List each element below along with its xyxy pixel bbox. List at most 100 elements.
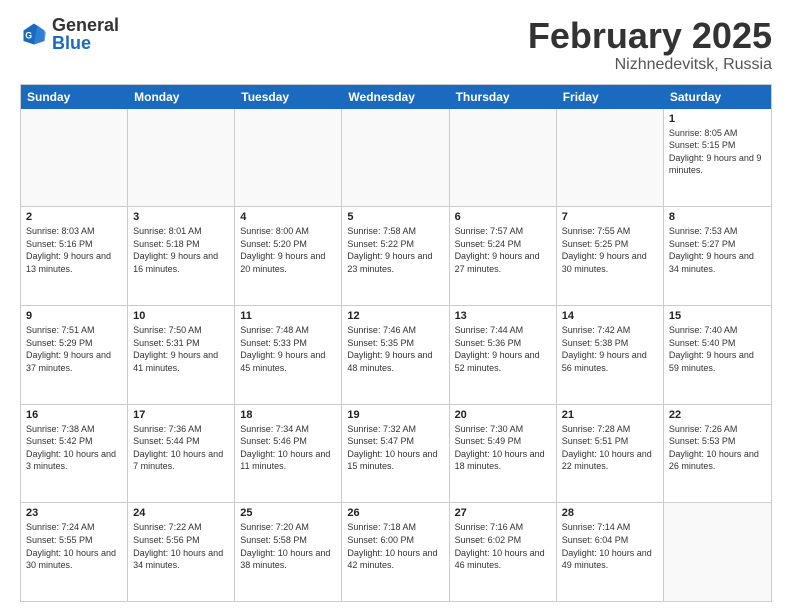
weekday-header-monday: Monday — [128, 85, 235, 109]
calendar-cell: 2 Sunrise: 8:03 AM Sunset: 5:16 PM Daylig… — [21, 207, 128, 305]
day-info: Sunrise: 7:36 AM Sunset: 5:44 PM Dayligh… — [133, 423, 229, 473]
calendar-cell: 18 Sunrise: 7:34 AM Sunset: 5:46 PM Dayli… — [235, 405, 342, 503]
day-number: 19 — [347, 409, 443, 421]
day-info: Sunrise: 7:50 AM Sunset: 5:31 PM Dayligh… — [133, 324, 229, 374]
calendar-cell: 1 Sunrise: 8:05 AM Sunset: 5:15 PM Daylig… — [664, 109, 771, 207]
day-number: 21 — [562, 409, 658, 421]
calendar-cell: 14 Sunrise: 7:42 AM Sunset: 5:38 PM Dayli… — [557, 306, 664, 404]
day-number: 7 — [562, 211, 658, 223]
day-number: 22 — [669, 409, 766, 421]
day-number: 1 — [669, 113, 766, 125]
calendar-cell — [21, 109, 128, 207]
day-info: Sunrise: 7:58 AM Sunset: 5:22 PM Dayligh… — [347, 225, 443, 275]
page: G General Blue February 2025 Nizhnedevit… — [0, 0, 792, 612]
calendar-cell: 25 Sunrise: 7:20 AM Sunset: 5:58 PM Dayli… — [235, 503, 342, 601]
logo: G General Blue — [20, 16, 119, 52]
svg-text:G: G — [25, 30, 32, 40]
day-number: 25 — [240, 507, 336, 519]
calendar-cell: 19 Sunrise: 7:32 AM Sunset: 5:47 PM Dayli… — [342, 405, 449, 503]
day-number: 6 — [455, 211, 551, 223]
calendar-cell: 23Sunrise: 7:24 AM Sunset: 5:55 PM Dayli… — [21, 503, 128, 601]
calendar-cell: 21 Sunrise: 7:28 AM Sunset: 5:51 PM Dayli… — [557, 405, 664, 503]
calendar-cell: 28 Sunrise: 7:14 AM Sunset: 6:04 PM Dayli… — [557, 503, 664, 601]
calendar-cell: 24Sunrise: 7:22 AM Sunset: 5:56 PM Dayli… — [128, 503, 235, 601]
title-block: February 2025 Nizhnedevitsk, Russia — [528, 16, 772, 74]
day-number: 4 — [240, 211, 336, 223]
day-number: 20 — [455, 409, 551, 421]
day-info: Sunrise: 7:22 AM Sunset: 5:56 PM Dayligh… — [133, 521, 229, 571]
day-info: Sunrise: 7:14 AM Sunset: 6:04 PM Dayligh… — [562, 521, 658, 571]
calendar-row-4: 16Sunrise: 7:38 AM Sunset: 5:42 PM Dayli… — [21, 404, 771, 503]
calendar-cell: 6 Sunrise: 7:57 AM Sunset: 5:24 PM Daylig… — [450, 207, 557, 305]
day-number: 3 — [133, 211, 229, 223]
calendar-row-2: 2 Sunrise: 8:03 AM Sunset: 5:16 PM Daylig… — [21, 206, 771, 305]
day-info: Sunrise: 7:44 AM Sunset: 5:36 PM Dayligh… — [455, 324, 551, 374]
day-info: Sunrise: 8:00 AM Sunset: 5:20 PM Dayligh… — [240, 225, 336, 275]
calendar-header: SundayMondayTuesdayWednesdayThursdayFrid… — [21, 85, 771, 109]
calendar-cell: 4 Sunrise: 8:00 AM Sunset: 5:20 PM Daylig… — [235, 207, 342, 305]
calendar-cell: 5 Sunrise: 7:58 AM Sunset: 5:22 PM Daylig… — [342, 207, 449, 305]
calendar-cell: 27Sunrise: 7:16 AM Sunset: 6:02 PM Dayli… — [450, 503, 557, 601]
day-info: Sunrise: 7:32 AM Sunset: 5:47 PM Dayligh… — [347, 423, 443, 473]
weekday-header-sunday: Sunday — [21, 85, 128, 109]
calendar-row-5: 23Sunrise: 7:24 AM Sunset: 5:55 PM Dayli… — [21, 502, 771, 601]
calendar-cell — [450, 109, 557, 207]
weekday-header-friday: Friday — [557, 85, 664, 109]
calendar-cell: 22 Sunrise: 7:26 AM Sunset: 5:53 PM Dayli… — [664, 405, 771, 503]
day-number: 13 — [455, 310, 551, 322]
day-number: 16 — [26, 409, 122, 421]
day-number: 28 — [562, 507, 658, 519]
calendar-cell: 15Sunrise: 7:40 AM Sunset: 5:40 PM Dayli… — [664, 306, 771, 404]
calendar-cell — [557, 109, 664, 207]
calendar-cell: 20 Sunrise: 7:30 AM Sunset: 5:49 PM Dayli… — [450, 405, 557, 503]
day-number: 18 — [240, 409, 336, 421]
day-info: Sunrise: 8:05 AM Sunset: 5:15 PM Dayligh… — [669, 127, 766, 177]
day-number: 14 — [562, 310, 658, 322]
day-number: 27 — [455, 507, 551, 519]
day-info: Sunrise: 7:46 AM Sunset: 5:35 PM Dayligh… — [347, 324, 443, 374]
day-info: Sunrise: 7:24 AM Sunset: 5:55 PM Dayligh… — [26, 521, 122, 571]
day-info: Sunrise: 7:55 AM Sunset: 5:25 PM Dayligh… — [562, 225, 658, 275]
day-info: Sunrise: 7:40 AM Sunset: 5:40 PM Dayligh… — [669, 324, 766, 374]
day-info: Sunrise: 7:57 AM Sunset: 5:24 PM Dayligh… — [455, 225, 551, 275]
logo-blue-text: Blue — [52, 33, 91, 53]
calendar-row-3: 9Sunrise: 7:51 AM Sunset: 5:29 PM Daylig… — [21, 305, 771, 404]
calendar: SundayMondayTuesdayWednesdayThursdayFrid… — [20, 84, 772, 602]
day-info: Sunrise: 7:18 AM Sunset: 6:00 PM Dayligh… — [347, 521, 443, 571]
day-info: Sunrise: 7:34 AM Sunset: 5:46 PM Dayligh… — [240, 423, 336, 473]
calendar-body: 1 Sunrise: 8:05 AM Sunset: 5:15 PM Daylig… — [21, 109, 771, 601]
month-title: February 2025 — [528, 16, 772, 56]
day-number: 2 — [26, 211, 122, 223]
day-info: Sunrise: 7:48 AM Sunset: 5:33 PM Dayligh… — [240, 324, 336, 374]
calendar-cell: 16Sunrise: 7:38 AM Sunset: 5:42 PM Dayli… — [21, 405, 128, 503]
location: Nizhnedevitsk, Russia — [528, 56, 772, 74]
day-number: 5 — [347, 211, 443, 223]
calendar-cell — [664, 503, 771, 601]
calendar-cell — [235, 109, 342, 207]
day-number: 11 — [240, 310, 336, 322]
weekday-header-thursday: Thursday — [450, 85, 557, 109]
logo-general-text: General — [52, 15, 119, 35]
day-info: Sunrise: 7:30 AM Sunset: 5:49 PM Dayligh… — [455, 423, 551, 473]
calendar-cell: 26Sunrise: 7:18 AM Sunset: 6:00 PM Dayli… — [342, 503, 449, 601]
day-info: Sunrise: 7:26 AM Sunset: 5:53 PM Dayligh… — [669, 423, 766, 473]
day-info: Sunrise: 7:53 AM Sunset: 5:27 PM Dayligh… — [669, 225, 766, 275]
calendar-row-1: 1 Sunrise: 8:05 AM Sunset: 5:15 PM Daylig… — [21, 109, 771, 207]
calendar-cell: 11 Sunrise: 7:48 AM Sunset: 5:33 PM Dayli… — [235, 306, 342, 404]
weekday-header-wednesday: Wednesday — [342, 85, 449, 109]
day-info: Sunrise: 7:42 AM Sunset: 5:38 PM Dayligh… — [562, 324, 658, 374]
weekday-header-tuesday: Tuesday — [235, 85, 342, 109]
calendar-cell: 7 Sunrise: 7:55 AM Sunset: 5:25 PM Daylig… — [557, 207, 664, 305]
calendar-cell: 8 Sunrise: 7:53 AM Sunset: 5:27 PM Daylig… — [664, 207, 771, 305]
day-info: Sunrise: 7:20 AM Sunset: 5:58 PM Dayligh… — [240, 521, 336, 571]
day-number: 10 — [133, 310, 229, 322]
calendar-cell: 12Sunrise: 7:46 AM Sunset: 5:35 PM Dayli… — [342, 306, 449, 404]
day-number: 8 — [669, 211, 766, 223]
calendar-cell: 13 Sunrise: 7:44 AM Sunset: 5:36 PM Dayli… — [450, 306, 557, 404]
day-info: Sunrise: 7:51 AM Sunset: 5:29 PM Dayligh… — [26, 324, 122, 374]
day-info: Sunrise: 8:03 AM Sunset: 5:16 PM Dayligh… — [26, 225, 122, 275]
day-info: Sunrise: 7:28 AM Sunset: 5:51 PM Dayligh… — [562, 423, 658, 473]
logo-icon: G — [20, 20, 48, 48]
header: G General Blue February 2025 Nizhnedevit… — [20, 16, 772, 74]
weekday-header-saturday: Saturday — [664, 85, 771, 109]
